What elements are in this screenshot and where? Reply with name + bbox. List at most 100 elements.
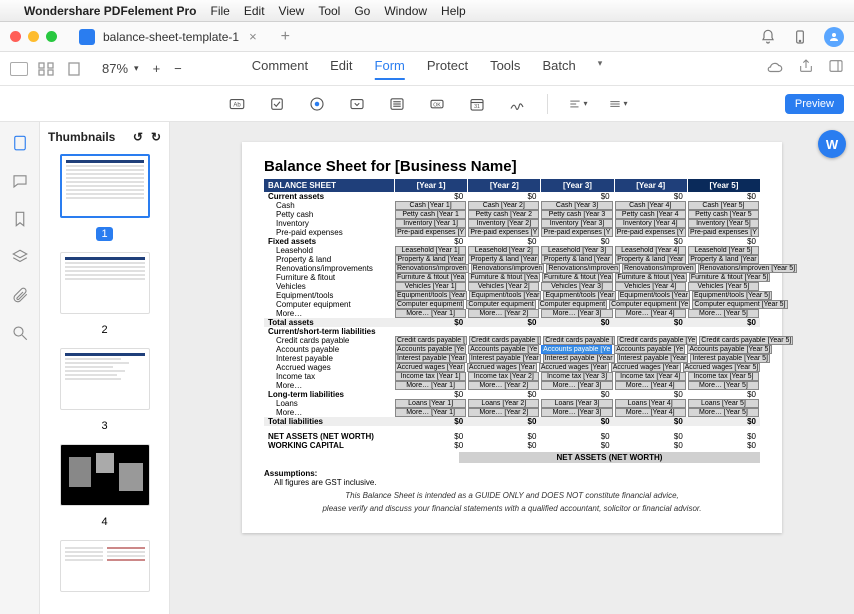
form-field[interactable]: Interest payable [Year [543, 354, 615, 363]
page-thumbnail-2[interactable] [60, 252, 150, 314]
form-field[interactable]: Cash [Year 4] [615, 201, 686, 210]
form-field[interactable]: More… [Year 4] [615, 408, 686, 417]
form-field[interactable]: More… [Year 4] [615, 309, 686, 318]
preview-button[interactable]: Preview [785, 94, 844, 114]
form-field[interactable]: Vehicles [Year 3] [541, 282, 612, 291]
form-field[interactable]: Vehicles [Year 4] [615, 282, 686, 291]
form-field[interactable]: Property & land [Year [395, 255, 466, 264]
tab-comment[interactable]: Comment [252, 58, 308, 80]
form-field[interactable]: Credit cards payable [Ye [617, 336, 697, 345]
menu-help[interactable]: Help [441, 4, 466, 18]
form-field[interactable]: Credit cards payable [ [543, 336, 615, 345]
sidebar-toggle-icon[interactable] [10, 62, 28, 76]
form-field[interactable]: More… [Year 3] [541, 408, 612, 417]
tab-batch[interactable]: Batch [542, 58, 575, 80]
form-field[interactable]: More… [Year 1] [395, 408, 466, 417]
form-field[interactable]: Interest payable [Year [469, 354, 541, 363]
form-field[interactable]: Interest payable [Year 5] [690, 354, 770, 363]
form-field[interactable]: Vehicles [Year 1] [395, 282, 466, 291]
form-field[interactable]: Equipment/tools [Year [469, 291, 541, 300]
zoom-window-icon[interactable] [46, 31, 57, 42]
single-page-view-icon[interactable] [66, 62, 84, 76]
date-tool-icon[interactable]: 31 [467, 94, 487, 114]
form-field[interactable]: More… [Year 3] [541, 309, 612, 318]
form-field[interactable]: Loans [Year 3] [541, 399, 612, 408]
form-field[interactable]: More… [Year 3] [541, 381, 612, 390]
layers-panel-icon[interactable] [11, 248, 29, 266]
form-field[interactable]: Vehicles [Year 2] [468, 282, 539, 291]
form-field[interactable]: Income tax [Year 4] [615, 372, 686, 381]
thumbnails-view-icon[interactable] [38, 62, 56, 76]
form-field[interactable]: Computer equipment [Year 5] [692, 300, 787, 309]
form-field[interactable]: Loans [Year 5] [688, 399, 759, 408]
form-field[interactable]: Furniture & fitout [Yea [468, 273, 539, 282]
form-field[interactable]: Pre-paid expenses [Y [395, 228, 466, 237]
page-thumbnail-4[interactable] [60, 444, 150, 506]
checkbox-tool-icon[interactable] [267, 94, 287, 114]
form-field[interactable]: Property & land [Year [541, 255, 612, 264]
share-icon[interactable] [798, 58, 814, 79]
bookmarks-panel-icon[interactable] [11, 210, 29, 228]
form-field[interactable]: Cash [Year 3] [541, 201, 612, 210]
form-field[interactable]: Accrued wages [Year [467, 363, 537, 372]
form-field[interactable]: Accrued wages [Year [611, 363, 681, 372]
form-field[interactable]: Petty cash [Year 5 [688, 210, 759, 219]
form-field[interactable]: Furniture & fitout [Yea [395, 273, 466, 282]
form-field[interactable]: Furniture & fitout [Yea [615, 273, 686, 282]
form-field[interactable]: Accounts payable [Ye [541, 345, 612, 354]
more-tools-icon[interactable]: ▾ [608, 94, 628, 114]
form-field[interactable]: More… [Year 2] [468, 381, 539, 390]
cloud-sync-icon[interactable] [766, 58, 784, 79]
form-field[interactable]: Renovations/improven [395, 264, 469, 273]
form-field[interactable]: Pre-paid expenses [Y [688, 228, 759, 237]
menu-window[interactable]: Window [384, 4, 427, 18]
document-tab[interactable]: balance-sheet-template-1 × [69, 22, 267, 51]
form-field[interactable]: Accrued wages [Year 5] [683, 363, 761, 372]
user-avatar[interactable] [824, 27, 844, 47]
form-field[interactable]: Property & land [Year [615, 255, 686, 264]
form-field[interactable]: Leasehold [Year 4] [615, 246, 686, 255]
listbox-tool-icon[interactable] [387, 94, 407, 114]
form-field[interactable]: Petty cash [Year 2 [468, 210, 539, 219]
align-tool-icon[interactable]: ▾ [568, 94, 588, 114]
form-field[interactable]: Petty cash [Year 3 [541, 210, 612, 219]
form-field[interactable]: Income tax [Year 1] [395, 372, 466, 381]
form-field[interactable]: Income tax [Year 3] [541, 372, 612, 381]
form-field[interactable]: Interest payable [Year [395, 354, 467, 363]
close-window-icon[interactable] [10, 31, 21, 42]
form-field[interactable]: Inventory [Year 4] [615, 219, 686, 228]
form-field[interactable]: Income tax [Year 5] [688, 372, 759, 381]
form-field[interactable]: Leasehold [Year 5] [688, 246, 759, 255]
form-field[interactable]: Accounts payable [Year 5] [687, 345, 772, 354]
zoom-value[interactable]: 87% [102, 61, 128, 76]
page-thumbnail-3[interactable] [60, 348, 150, 410]
menu-go[interactable]: Go [354, 4, 370, 18]
form-field[interactable]: Interest payable [Year [617, 354, 689, 363]
menu-file[interactable]: File [211, 4, 230, 18]
form-field[interactable]: Furniture & fitout [Year 5] [689, 273, 771, 282]
close-tab-icon[interactable]: × [249, 29, 257, 44]
form-field[interactable]: More… [Year 1] [395, 381, 466, 390]
page-thumbnail-1[interactable] [60, 154, 150, 218]
form-field[interactable]: Petty cash [Year 1 [395, 210, 466, 219]
form-field[interactable]: Accounts payable [Ye [614, 345, 685, 354]
document-canvas[interactable]: W Balance Sheet for [Business Name] BALA… [170, 122, 854, 614]
zoom-in-button[interactable]: + [153, 61, 161, 76]
form-field[interactable]: Computer equipment [466, 300, 535, 309]
rotate-left-icon[interactable]: ↺ [133, 130, 143, 144]
form-field[interactable]: Cash [Year 2] [468, 201, 539, 210]
form-field[interactable]: Inventory [Year 2] [468, 219, 539, 228]
tab-form[interactable]: Form [375, 58, 405, 80]
form-field[interactable]: Leasehold [Year 1] [395, 246, 466, 255]
page-thumbnail-5[interactable] [60, 540, 150, 592]
form-field[interactable]: Equipment/tools [Year [395, 291, 467, 300]
form-field[interactable]: Cash [Year 5] [688, 201, 759, 210]
form-field[interactable]: Loans [Year 1] [395, 399, 466, 408]
form-field[interactable]: Pre-paid expenses [Y [468, 228, 539, 237]
form-field[interactable]: Computer equipment [538, 300, 607, 309]
thumbnails-panel-icon[interactable] [11, 134, 29, 152]
zoom-dropdown-icon[interactable]: ▾ [134, 63, 139, 74]
form-field[interactable]: Renovations/improven [546, 264, 620, 273]
form-field[interactable]: Inventory [Year 1] [395, 219, 466, 228]
form-field[interactable]: Accounts payable [Ye [395, 345, 466, 354]
